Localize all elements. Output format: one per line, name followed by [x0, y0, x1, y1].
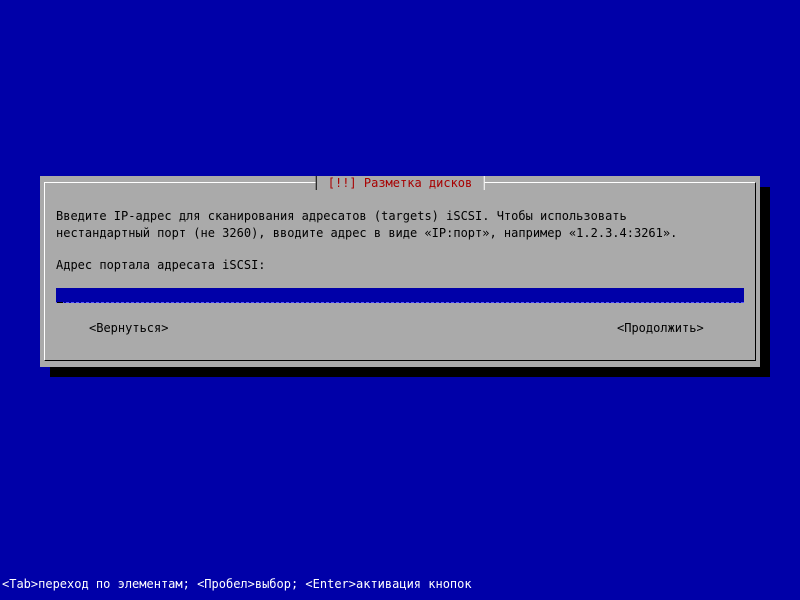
title-bracket-right	[476, 176, 485, 190]
description-line-2: нестандартный порт (не 3260), вводите ад…	[56, 226, 678, 240]
status-bar: <Tab>переход по элементам; <Пробел>выбор…	[0, 576, 800, 592]
text-cursor	[57, 289, 63, 303]
dialog-title: [!!] Разметка дисков	[327, 176, 473, 190]
continue-button[interactable]: <Продолжить>	[617, 321, 704, 335]
dialog-title-box: [!!] Разметка дисков	[315, 176, 485, 190]
back-button[interactable]: <Вернуться>	[89, 321, 168, 335]
title-bracket-left	[315, 176, 324, 190]
partition-dialog: [!!] Разметка дисков Введите IP-адрес дл…	[40, 176, 760, 367]
portal-address-label: Адрес портала адресата iSCSI:	[56, 258, 266, 272]
portal-address-input[interactable]	[56, 288, 744, 303]
installer-screen: [!!] Разметка дисков Введите IP-адрес дл…	[0, 0, 800, 600]
description-line-1: Введите IP-адрес для сканирования адреса…	[56, 209, 627, 223]
